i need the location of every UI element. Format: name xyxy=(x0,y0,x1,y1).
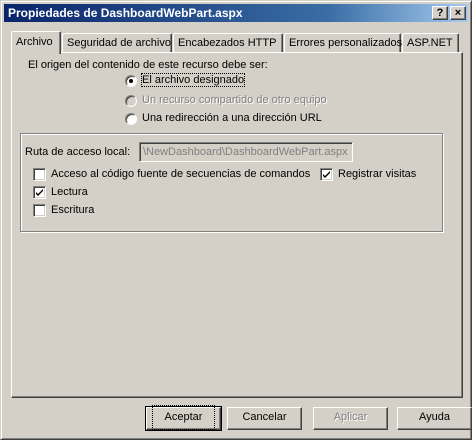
title-bar[interactable]: Propiedades de DashboardWebPart.aspx ? × xyxy=(4,4,468,22)
cancel-button-label: Cancelar xyxy=(242,411,287,423)
write-label[interactable]: Escritura xyxy=(51,204,94,216)
tab-label: Archivo xyxy=(16,36,53,48)
apply-button: Aplicar xyxy=(313,407,388,430)
radio-button[interactable] xyxy=(125,75,137,87)
tab-label: Encabezados HTTP xyxy=(178,37,277,49)
question-icon: ? xyxy=(436,7,444,19)
cancel-button[interactable]: Cancelar xyxy=(227,407,302,430)
tab-encabezados-http[interactable]: Encabezados HTTP xyxy=(173,33,283,53)
checkbox[interactable] xyxy=(33,204,46,217)
radio-designated-file-label[interactable]: El archivo designado xyxy=(140,73,246,87)
radio-shared-resource-label: Un recurso compartido de otro equipo xyxy=(142,94,327,106)
tab-label: Seguridad de archivo xyxy=(67,37,171,49)
ok-button-label: Aceptar xyxy=(151,405,216,430)
help-button-label: Ayuda xyxy=(419,411,450,423)
local-path-label: Ruta de acceso local: xyxy=(25,146,131,158)
read-label[interactable]: Lectura xyxy=(51,186,88,198)
tab-label: ASP.NET xyxy=(407,37,453,49)
checkbox[interactable] xyxy=(320,168,333,181)
tab-errores-personalizados[interactable]: Errores personalizados xyxy=(284,33,403,53)
log-visits-label[interactable]: Registrar visitas xyxy=(338,168,416,180)
local-path-group: Ruta de acceso local: \NewDashboard\Dash… xyxy=(20,133,443,232)
radio-button[interactable] xyxy=(125,113,137,125)
checkmark-icon xyxy=(323,171,330,178)
tab-asp-net[interactable]: ASP.NET xyxy=(402,33,459,53)
tab-archivo[interactable]: Archivo xyxy=(11,31,61,54)
checkbox[interactable] xyxy=(33,168,46,181)
tab-seguridad-de-archivo[interactable]: Seguridad de archivo xyxy=(62,33,172,53)
checkbox[interactable] xyxy=(33,186,46,199)
window-title: Propiedades de DashboardWebPart.aspx xyxy=(8,6,243,20)
radio-selected-dot xyxy=(129,79,133,83)
close-icon: × xyxy=(454,7,462,19)
properties-dialog: Propiedades de DashboardWebPart.aspx ? ×… xyxy=(0,0,472,440)
radio-button xyxy=(125,95,137,107)
help-title-button[interactable]: ? xyxy=(432,6,448,20)
radio-url-redirect-label[interactable]: Una redirección a una dirección URL xyxy=(142,112,322,124)
help-button[interactable]: Ayuda xyxy=(397,407,472,430)
checkmark-icon xyxy=(36,189,43,196)
local-path-field[interactable]: \NewDashboard\DashboardWebPart.aspx xyxy=(139,142,353,162)
content-source-label: El origen del contenido de este recurso … xyxy=(28,59,268,71)
close-title-button[interactable]: × xyxy=(450,6,466,20)
script-source-access-label[interactable]: Acceso al código fuente de secuencias de… xyxy=(51,168,310,180)
tab-panel-archivo: El origen del contenido de este recurso … xyxy=(11,52,463,398)
ok-button[interactable]: Aceptar xyxy=(145,405,222,431)
apply-button-label: Aplicar xyxy=(333,411,368,423)
tab-label: Errores personalizados xyxy=(289,37,403,49)
